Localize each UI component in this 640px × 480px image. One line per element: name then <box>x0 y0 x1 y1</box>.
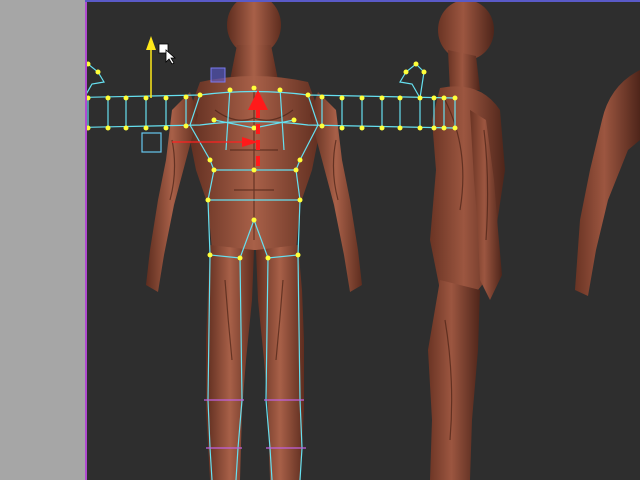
3d-sculpt-application <box>0 0 640 480</box>
side-anatomy-model[interactable] <box>428 2 505 480</box>
pivot-handle[interactable] <box>141 132 162 153</box>
side-model-neck <box>448 50 480 92</box>
model-leg-left <box>206 245 254 480</box>
rig-right-hand <box>399 63 425 99</box>
viewport-scene[interactable] <box>87 2 640 480</box>
selected-vertex-handle[interactable] <box>210 67 226 83</box>
left-tool-panel[interactable] <box>0 0 85 480</box>
3d-viewport[interactable] <box>87 2 640 480</box>
model-leg-right <box>256 245 304 480</box>
rig-left-hand <box>87 63 105 94</box>
side-model-head <box>438 2 494 60</box>
model-neck <box>230 45 278 80</box>
front-anatomy-model[interactable] <box>146 2 362 480</box>
back-model-arm <box>575 70 640 296</box>
back-anatomy-model-partial[interactable] <box>575 70 640 296</box>
arrow-cursor-icon <box>158 43 177 65</box>
gizmo-y-arrow[interactable] <box>146 36 156 50</box>
side-model-leg <box>428 280 480 480</box>
